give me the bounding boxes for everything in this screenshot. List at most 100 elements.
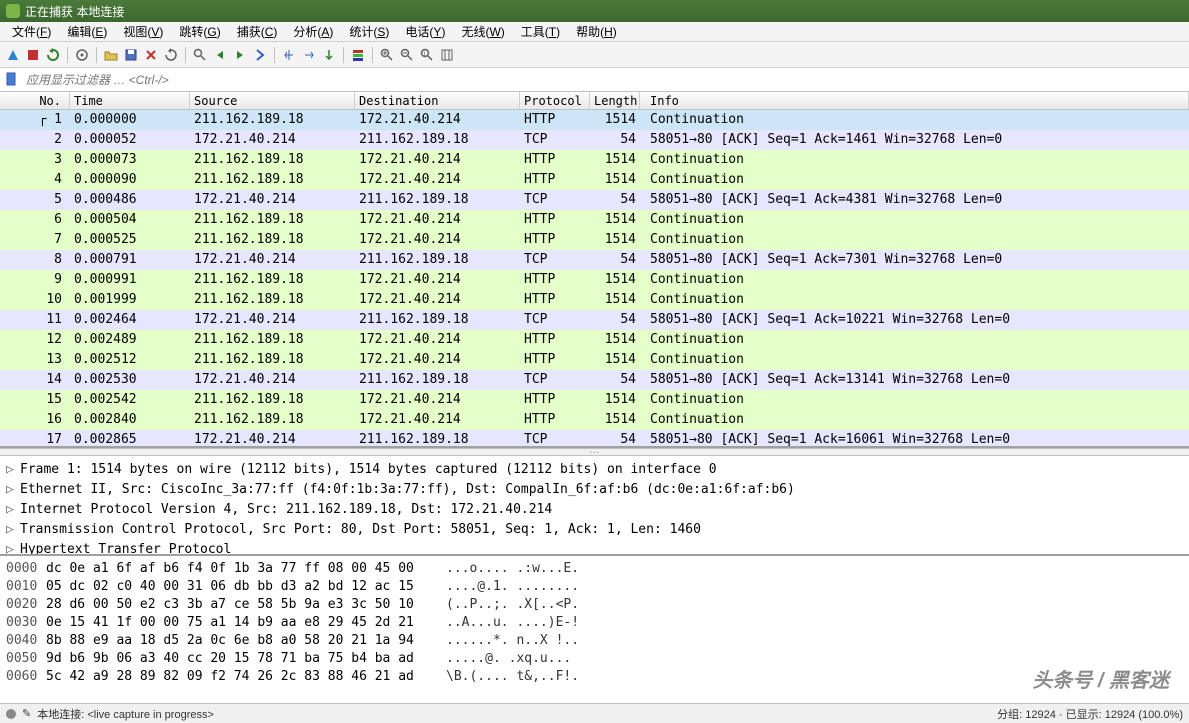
packet-row[interactable]: 150.002542211.162.189.18172.21.40.214HTT… — [0, 390, 1189, 410]
cell-source: 211.162.189.18 — [190, 330, 355, 350]
expert-info-icon[interactable] — [6, 709, 16, 719]
cell-source: 211.162.189.18 — [190, 150, 355, 170]
hex-offset: 0050 — [6, 650, 46, 668]
menu-item-4[interactable]: 捕获(C) — [229, 21, 286, 42]
hex-bytes: 05 dc 02 c0 40 00 31 06 db bb d3 a2 bd 1… — [46, 578, 446, 596]
menu-item-8[interactable]: 无线(W) — [453, 21, 512, 42]
close-file-icon[interactable] — [142, 46, 160, 64]
cell-source: 172.21.40.214 — [190, 250, 355, 270]
cell-time: 0.000000 — [70, 110, 190, 130]
packet-row[interactable]: 130.002512211.162.189.18172.21.40.214HTT… — [0, 350, 1189, 370]
packet-row[interactable]: 170.002865172.21.40.214211.162.189.18TCP… — [0, 430, 1189, 448]
cell-length: 54 — [590, 250, 640, 270]
packet-row[interactable]: 30.000073211.162.189.18172.21.40.214HTTP… — [0, 150, 1189, 170]
restart-capture-icon[interactable] — [44, 46, 62, 64]
reload-icon[interactable] — [162, 46, 180, 64]
detail-tree-item[interactable]: ▷Hypertext Transfer Protocol — [6, 540, 1183, 556]
packet-row[interactable]: ┌ 10.000000211.162.189.18172.21.40.214HT… — [0, 110, 1189, 130]
tree-toggle-icon[interactable]: ▷ — [6, 500, 16, 520]
packet-row[interactable]: 60.000504211.162.189.18172.21.40.214HTTP… — [0, 210, 1189, 230]
display-filter-input[interactable] — [24, 71, 1189, 89]
bookmark-icon[interactable] — [4, 72, 20, 88]
menu-item-6[interactable]: 统计(S) — [341, 21, 397, 42]
resize-columns-icon[interactable] — [438, 46, 456, 64]
go-to-icon[interactable] — [251, 46, 269, 64]
cell-info: 58051→80 [ACK] Seq=1 Ack=7301 Win=32768 … — [640, 250, 1189, 270]
packet-row[interactable]: 70.000525211.162.189.18172.21.40.214HTTP… — [0, 230, 1189, 250]
column-header-time[interactable]: Time — [70, 92, 190, 109]
go-last-icon[interactable] — [300, 46, 318, 64]
stop-capture-icon[interactable] — [24, 46, 42, 64]
window-title: 正在捕获 本地连接 — [25, 3, 124, 20]
save-file-icon[interactable] — [122, 46, 140, 64]
separator — [274, 47, 275, 63]
packet-row[interactable]: 50.000486172.21.40.214211.162.189.18TCP5… — [0, 190, 1189, 210]
menu-item-2[interactable]: 视图(V) — [115, 21, 171, 42]
packet-row[interactable]: 20.000052172.21.40.214211.162.189.18TCP5… — [0, 130, 1189, 150]
shark-fin-icon[interactable] — [4, 46, 22, 64]
auto-scroll-icon[interactable] — [320, 46, 338, 64]
hex-row[interactable]: 001005 dc 02 c0 40 00 31 06 db bb d3 a2 … — [6, 578, 1183, 596]
find-icon[interactable] — [191, 46, 209, 64]
hex-row[interactable]: 0000dc 0e a1 6f af b6 f4 0f 1b 3a 77 ff … — [6, 560, 1183, 578]
packet-row[interactable]: 120.002489211.162.189.18172.21.40.214HTT… — [0, 330, 1189, 350]
zoom-out-icon[interactable] — [398, 46, 416, 64]
capture-options-icon[interactable] — [73, 46, 91, 64]
hex-row[interactable]: 002028 d6 00 50 e2 c3 3b a7 ce 58 5b 9a … — [6, 596, 1183, 614]
tree-toggle-icon[interactable]: ▷ — [6, 520, 16, 540]
cell-info: Continuation — [640, 390, 1189, 410]
packet-details-pane[interactable]: ▷Frame 1: 1514 bytes on wire (12112 bits… — [0, 456, 1189, 556]
column-header-no[interactable]: No. — [0, 92, 70, 109]
zoom-reset-icon[interactable]: 1 — [418, 46, 436, 64]
column-header-source[interactable]: Source — [190, 92, 355, 109]
packet-row[interactable]: 100.001999211.162.189.18172.21.40.214HTT… — [0, 290, 1189, 310]
cell-time: 0.001999 — [70, 290, 190, 310]
hex-row[interactable]: 00300e 15 41 1f 00 00 75 a1 14 b9 aa e8 … — [6, 614, 1183, 632]
column-header-length[interactable]: Length — [590, 92, 640, 109]
packet-bytes-pane[interactable]: 0000dc 0e a1 6f af b6 f4 0f 1b 3a 77 ff … — [0, 556, 1189, 703]
packet-list[interactable]: ┌ 10.000000211.162.189.18172.21.40.214HT… — [0, 110, 1189, 448]
detail-tree-item[interactable]: ▷Frame 1: 1514 bytes on wire (12112 bits… — [6, 460, 1183, 480]
menubar: 文件(F)编辑(E)视图(V)跳转(G)捕获(C)分析(A)统计(S)电话(Y)… — [0, 22, 1189, 42]
packet-row[interactable]: 80.000791172.21.40.214211.162.189.18TCP5… — [0, 250, 1189, 270]
menu-item-1[interactable]: 编辑(E) — [59, 21, 115, 42]
packet-row[interactable]: 40.000090211.162.189.18172.21.40.214HTTP… — [0, 170, 1189, 190]
tree-toggle-icon[interactable]: ▷ — [6, 540, 16, 556]
go-forward-icon[interactable] — [231, 46, 249, 64]
cell-no: 3 — [0, 150, 70, 170]
column-header-protocol[interactable]: Protocol — [520, 92, 590, 109]
menu-item-9[interactable]: 工具(T) — [513, 21, 568, 42]
tree-toggle-icon[interactable]: ▷ — [6, 460, 16, 480]
packet-row[interactable]: 160.002840211.162.189.18172.21.40.214HTT… — [0, 410, 1189, 430]
menu-item-0[interactable]: 文件(F) — [4, 21, 59, 42]
capture-tool-icon[interactable]: ✎ — [22, 707, 31, 720]
colorize-icon[interactable] — [349, 46, 367, 64]
cell-no: 17 — [0, 430, 70, 448]
hex-row[interactable]: 00509d b6 9b 06 a3 40 cc 20 15 78 71 ba … — [6, 650, 1183, 668]
hex-offset: 0030 — [6, 614, 46, 632]
open-file-icon[interactable] — [102, 46, 120, 64]
hex-row[interactable]: 00408b 88 e9 aa 18 d5 2a 0c 6e b8 a0 58 … — [6, 632, 1183, 650]
menu-item-5[interactable]: 分析(A) — [285, 21, 341, 42]
packet-row[interactable]: 90.000991211.162.189.18172.21.40.214HTTP… — [0, 270, 1189, 290]
column-header-destination[interactable]: Destination — [355, 92, 520, 109]
menu-item-3[interactable]: 跳转(G) — [171, 21, 228, 42]
cell-source: 211.162.189.18 — [190, 110, 355, 130]
menu-item-10[interactable]: 帮助(H) — [568, 21, 625, 42]
zoom-in-icon[interactable] — [378, 46, 396, 64]
detail-tree-item[interactable]: ▷Transmission Control Protocol, Src Port… — [6, 520, 1183, 540]
cell-info: 58051→80 [ACK] Seq=1 Ack=16061 Win=32768… — [640, 430, 1189, 448]
column-header-info[interactable]: Info — [640, 92, 1189, 109]
tree-toggle-icon[interactable]: ▷ — [6, 480, 16, 500]
cell-time: 0.002489 — [70, 330, 190, 350]
pane-splitter[interactable]: ··· — [0, 448, 1189, 456]
packet-row[interactable]: 110.002464172.21.40.214211.162.189.18TCP… — [0, 310, 1189, 330]
go-first-icon[interactable] — [280, 46, 298, 64]
detail-tree-item[interactable]: ▷Ethernet II, Src: CiscoInc_3a:77:ff (f4… — [6, 480, 1183, 500]
detail-tree-item[interactable]: ▷Internet Protocol Version 4, Src: 211.1… — [6, 500, 1183, 520]
hex-row[interactable]: 00605c 42 a9 28 89 82 09 f2 74 26 2c 83 … — [6, 668, 1183, 686]
cell-protocol: HTTP — [520, 210, 590, 230]
packet-row[interactable]: 140.002530172.21.40.214211.162.189.18TCP… — [0, 370, 1189, 390]
menu-item-7[interactable]: 电话(Y) — [397, 21, 453, 42]
go-back-icon[interactable] — [211, 46, 229, 64]
